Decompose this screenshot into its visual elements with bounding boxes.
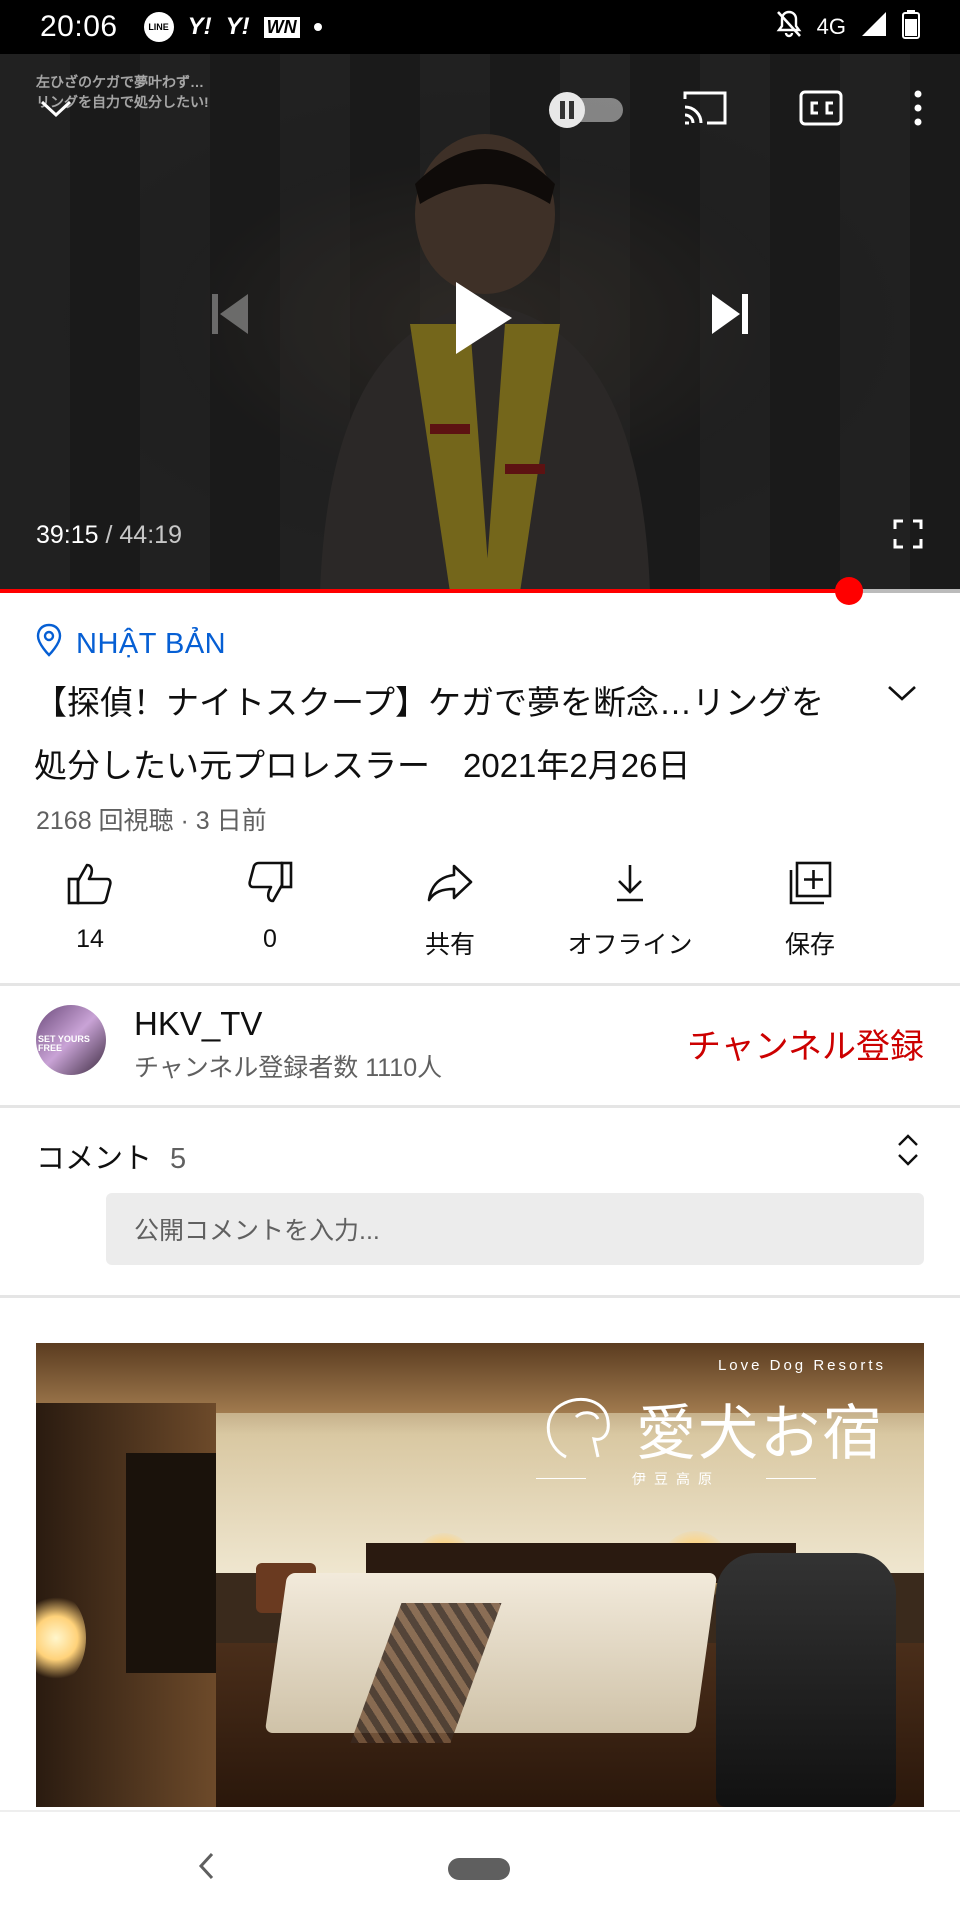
comments-header: コメント 5	[36, 1135, 186, 1177]
divider	[0, 983, 960, 986]
video-player[interactable]: 左ひざのケガで夢叶わず… リングを自力で処分したい! 39:15 / 44:19	[0, 54, 960, 592]
caption-line: 左ひざのケガで夢叶わず…	[36, 74, 204, 90]
dislike-button[interactable]: 0	[180, 855, 360, 965]
comments-heading: コメント	[36, 1143, 153, 1175]
back-chevron-icon	[196, 1852, 216, 1886]
channel-row[interactable]: SET YOURS FREE HKV_TV チャンネル登録者数 1110人 チャ…	[0, 987, 960, 1105]
status-time: 20:06	[40, 10, 118, 43]
ad-rule	[536, 1478, 586, 1479]
time-separator: /	[98, 521, 120, 549]
status-bar: 20:06 LINE Y! Y! WN 4G	[0, 0, 960, 54]
like-count: 14	[76, 925, 104, 953]
avatar-text: SET YOURS FREE	[38, 1034, 90, 1053]
divider	[0, 1295, 960, 1298]
like-button[interactable]: 14	[0, 855, 180, 965]
chevron-down-icon	[38, 96, 74, 125]
thumbs-down-icon	[247, 855, 293, 911]
current-time: 39:15	[36, 521, 99, 549]
download-button[interactable]: オフライン	[540, 855, 720, 965]
subscriber-count: チャンネル登録者数 1110人	[134, 1054, 443, 1082]
fullscreen-button[interactable]	[888, 516, 928, 556]
notifications-off-icon	[775, 9, 803, 45]
comments-count: 5	[170, 1143, 187, 1175]
unfold-more-icon	[896, 1134, 920, 1171]
more-vert-icon	[914, 90, 922, 131]
notification-icons: LINE Y! Y! WN	[143, 12, 322, 42]
expand-description-button[interactable]	[886, 683, 918, 708]
closed-captions-icon	[799, 90, 843, 131]
autoplay-toggle[interactable]	[545, 90, 627, 130]
download-icon	[613, 855, 647, 911]
signal-icon	[860, 10, 888, 44]
download-label: オフライン	[567, 931, 693, 959]
more-options-button[interactable]	[900, 90, 936, 130]
system-status-icons: 4G	[775, 9, 920, 45]
location-link[interactable]: NHẬT BẢN	[36, 623, 226, 665]
previous-button[interactable]	[206, 292, 254, 340]
comment-input[interactable]: 公開コメントを入力...	[106, 1193, 924, 1265]
ad-banner[interactable]: Love Dog Resorts 愛犬お宿 伊豆高原	[36, 1343, 924, 1807]
subscribe-button[interactable]: チャンネル登録	[687, 1019, 924, 1068]
system-navigation-bar	[0, 1810, 960, 1920]
more-notifications-dot	[313, 23, 322, 31]
action-bar: 14 0 共有 オフライン 保存	[0, 855, 960, 965]
network-type: 4G	[816, 14, 846, 39]
skip-previous-icon	[208, 292, 252, 341]
skip-next-icon	[708, 292, 752, 341]
seek-bar-progress	[0, 589, 849, 593]
next-button[interactable]	[706, 292, 754, 340]
dog-logo-icon	[546, 1397, 610, 1459]
seek-bar[interactable]	[0, 577, 960, 605]
share-icon	[426, 855, 474, 911]
add-to-playlist-icon	[788, 855, 832, 911]
channel-name[interactable]: HKV_TV	[134, 1005, 262, 1043]
ad-brand-sub: 伊豆高原	[632, 1471, 720, 1487]
view-count-and-date: 2168 回視聴 · 3 日前	[36, 807, 267, 835]
seek-bar-handle[interactable]	[834, 577, 863, 605]
share-label: 共有	[424, 931, 475, 959]
battery-icon	[902, 9, 920, 45]
channel-avatar[interactable]: SET YOURS FREE	[36, 1005, 106, 1075]
yahoo-app-icon: Y!	[187, 13, 212, 40]
chevron-down-icon	[886, 686, 918, 707]
fullscreen-icon	[893, 519, 923, 554]
location-pin-icon	[36, 623, 62, 665]
back-button[interactable]	[196, 1850, 216, 1887]
yahoo-app-icon: Y!	[225, 13, 250, 40]
video-title[interactable]: 【探偵！ナイトスクープ】ケガで夢を断念…リングを処分したい元プロレスラー 202…	[34, 671, 854, 797]
playback-time: 39:15 / 44:19	[36, 521, 182, 550]
dislike-count: 0	[263, 925, 277, 953]
minimize-button[interactable]	[38, 90, 74, 130]
save-button[interactable]: 保存	[720, 855, 900, 965]
share-button[interactable]: 共有	[360, 855, 540, 965]
home-pill[interactable]	[448, 1858, 510, 1880]
play-icon	[450, 280, 514, 361]
captions-button[interactable]	[796, 90, 846, 130]
thumbs-up-icon	[67, 855, 113, 911]
play-button[interactable]	[446, 280, 518, 360]
ad-image-chair	[716, 1553, 896, 1807]
ad-brand-jp: 愛犬お宿	[636, 1400, 884, 1467]
ad-image-door	[126, 1453, 216, 1673]
ad-rule	[766, 1478, 816, 1479]
ad-image-bed	[264, 1573, 718, 1733]
comments-section[interactable]: コメント 5 公開コメントを入力...	[0, 1107, 960, 1291]
location-label: NHẬT BẢN	[76, 627, 227, 660]
cast-button[interactable]	[680, 90, 730, 130]
cast-icon	[681, 89, 729, 132]
weathernews-app-icon: WN	[263, 16, 300, 38]
ad-brand-en: Love Dog Resorts	[717, 1357, 886, 1374]
expand-comments-button[interactable]	[896, 1133, 920, 1172]
line-app-icon: LINE	[143, 12, 174, 42]
duration: 44:19	[119, 521, 182, 549]
ad-logo: Love Dog Resorts 愛犬お宿 伊豆高原	[536, 1357, 916, 1487]
save-label: 保存	[784, 931, 835, 959]
